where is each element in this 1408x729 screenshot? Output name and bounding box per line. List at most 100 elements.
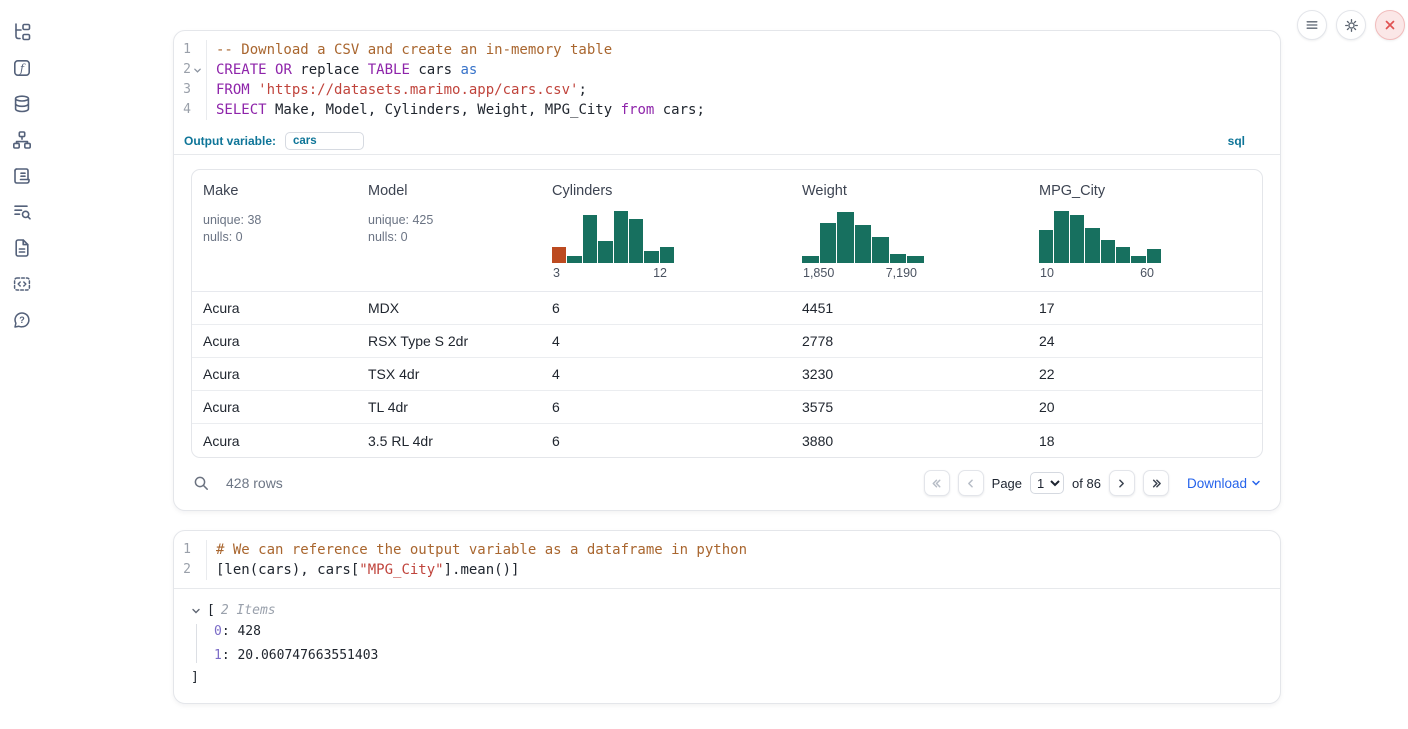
column-header-weight[interactable]: Weight 1,8507,190 [791,183,1028,283]
python-code-editor[interactable]: 1 # We can reference the output variable… [174,531,1280,589]
line-number: 1 [183,40,191,60]
table-cell: 17 [1028,300,1262,316]
next-page-icon [1115,477,1128,490]
column-header-cylinders[interactable]: Cylinders 312 [541,183,791,283]
table-header-row: Make unique: 38nulls: 0 Model unique: 42… [192,170,1262,292]
item-value: 428 [237,624,260,639]
hist-min-label: 3 [553,266,560,280]
table-cell: 2778 [791,333,1028,349]
sql-cell-output: Make unique: 38nulls: 0 Model unique: 42… [174,155,1280,510]
sql-code-editor[interactable]: 1 -- Download a CSV and create an in-mem… [174,31,1280,128]
python-cell-output: [ 2 Items 0: 428 1: 20.060747663551403 ] [174,589,1280,703]
code-text: SELECT Make, Model, Cylinders, Weight, M… [207,100,705,120]
code-text: CREATE OR replace TABLE cars as [207,60,477,80]
sidebar-item-scratchpad[interactable] [11,165,33,186]
svg-text:?: ? [19,315,25,325]
bracket-close: ] [191,670,1263,685]
code-line[interactable]: 4 SELECT Make, Model, Cylinders, Weight,… [174,100,1280,120]
sidebar-item-datasources[interactable] [11,93,33,114]
line-number: 2 [183,60,191,80]
last-page-button[interactable] [1143,470,1169,496]
table-row: Acura TL 4dr 6 3575 20 [192,391,1262,424]
function-icon: f [12,58,32,78]
sidebar-item-snippets[interactable] [11,273,33,294]
table-cell: Acura [192,333,357,349]
stat-unique: unique: 425 [368,212,541,229]
fold-chevron-icon[interactable] [192,65,203,76]
first-page-button[interactable] [924,470,950,496]
page-total: of 86 [1072,476,1101,491]
sidebar-item-variables[interactable]: f [11,57,33,78]
table-cell: 6 [541,300,791,316]
sidebar-item-dependency-graph[interactable] [11,129,33,150]
scratchpad-scroll-icon [12,166,32,186]
code-line[interactable]: 3 FROM 'https://datasets.marimo.app/cars… [174,80,1280,100]
close-icon [1383,18,1397,32]
snippets-icon [12,274,32,294]
previous-page-icon [964,477,977,490]
python-cell: 1 # We can reference the output variable… [173,530,1281,704]
page-select[interactable]: 1 [1030,472,1064,494]
download-label: Download [1187,476,1247,491]
column-header-mpg-city[interactable]: MPG_City 1060 [1028,183,1262,283]
table-search-button[interactable] [193,475,210,492]
hamburger-menu-button[interactable] [1297,10,1327,40]
list-item: 1: 20.060747663551403 [214,648,1263,663]
logs-search-icon [12,202,32,222]
previous-page-button[interactable] [958,470,984,496]
sidebar-item-help[interactable]: ? [11,309,33,330]
column-header-model[interactable]: Model unique: 425nulls: 0 [357,183,541,283]
table-cell: 6 [541,433,791,449]
line-gutter: 2 [174,560,207,580]
table-footer: 428 rows Page 1 of 86 [191,465,1263,501]
code-line[interactable]: 1 -- Download a CSV and create an in-mem… [174,40,1280,60]
output-variable-label: Output variable: [184,134,276,148]
close-button[interactable] [1375,10,1405,40]
notebook-area: 1 -- Download a CSV and create an in-mem… [173,30,1281,704]
mpg-city-histogram: 1060 [1039,211,1161,283]
line-gutter: 1 [174,40,207,60]
sidebar-item-logs[interactable] [11,201,33,222]
code-text: -- Download a CSV and create an in-memor… [207,40,612,60]
first-page-icon [930,477,943,490]
table-cell: 20 [1028,399,1262,415]
hist-min-label: 1,850 [803,266,834,280]
stat-nulls: nulls: 0 [368,229,541,246]
search-icon [193,475,210,492]
table-cell: Acura [192,433,357,449]
line-number: 3 [183,80,191,100]
language-badge-sql[interactable]: sql [1228,134,1245,148]
code-line[interactable]: 2 CREATE OR replace TABLE cars as [174,60,1280,80]
table-cell: TL 4dr [357,399,541,415]
sidebar-item-documentation[interactable] [11,237,33,258]
table-cell: Acura [192,366,357,382]
code-line[interactable]: 1 # We can reference the output variable… [174,540,1280,560]
line-number: 1 [183,540,191,560]
item-value: 20.060747663551403 [237,648,378,663]
gear-icon [1343,17,1360,34]
settings-button[interactable] [1336,10,1366,40]
output-variable-input[interactable] [285,132,364,150]
hist-min-label: 10 [1040,266,1054,280]
collapse-chevron-icon[interactable] [191,606,201,616]
hist-max-label: 12 [653,266,667,280]
table-cell: 3.5 RL 4dr [357,433,541,449]
last-page-icon [1149,477,1162,490]
line-gutter: 1 [174,540,207,560]
sidebar: f [0,0,44,729]
table-cell: 4 [541,366,791,382]
pagination: Page 1 of 86 [924,470,1169,496]
table-cell: Acura [192,399,357,415]
download-button[interactable]: Download [1187,476,1261,491]
stat-unique: unique: 38 [203,212,357,229]
sidebar-item-file-tree[interactable] [11,21,33,42]
hamburger-menu-icon [1304,17,1320,33]
documentation-icon [12,238,32,258]
next-page-button[interactable] [1109,470,1135,496]
top-right-controls [1297,10,1405,40]
line-gutter: 4 [174,100,207,120]
column-header-make[interactable]: Make unique: 38nulls: 0 [192,183,357,283]
file-tree-icon [12,22,32,42]
code-line[interactable]: 2 [len(cars), cars["MPG_City"].mean()] [174,560,1280,580]
help-icon: ? [12,310,32,330]
